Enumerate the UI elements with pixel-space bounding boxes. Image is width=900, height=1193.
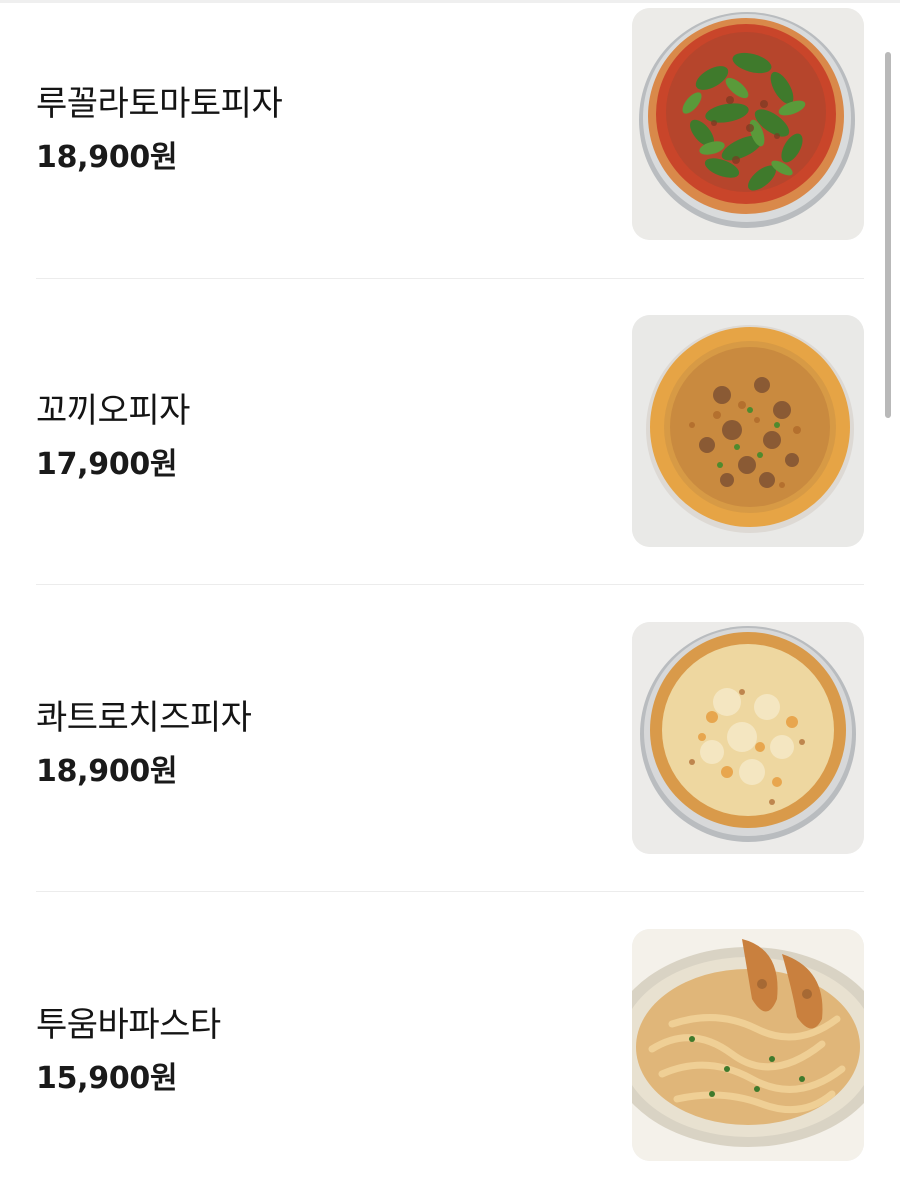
menu-item[interactable]: 콰트로치즈피자 18,900원 [36,614,864,854]
menu-item-price: 18,900원 [36,140,178,175]
menu-item-image[interactable] [632,622,864,854]
menu-item-image[interactable] [632,315,864,547]
arugula-tomato-pizza-image [632,8,864,240]
menu-item-price: 17,900원 [36,447,178,482]
menu-item-price: 18,900원 [36,754,178,789]
quattro-cheese-pizza-image [632,622,864,854]
chicken-pizza-image [632,315,864,547]
menu-item-image[interactable] [632,929,864,1161]
menu-item[interactable]: 투움바파스타 15,900원 [36,921,864,1161]
toowoomba-pasta-image [632,929,864,1161]
menu-item-price: 15,900원 [36,1061,178,1096]
menu-item[interactable]: 꼬끼오피자 17,900원 [36,307,864,547]
menu-item[interactable]: 루꼴라토마토피자 18,900원 [36,0,864,240]
scrollbar[interactable] [885,52,891,418]
divider [36,891,864,892]
menu-item-name: 투움바파스타 [36,1005,221,1045]
divider [36,584,864,585]
menu-item-name: 꼬끼오피자 [36,391,190,431]
menu-item-image[interactable] [632,8,864,240]
menu-item-name: 콰트로치즈피자 [36,698,252,738]
divider [36,278,864,279]
menu-item-name: 루꼴라토마토피자 [36,84,283,124]
